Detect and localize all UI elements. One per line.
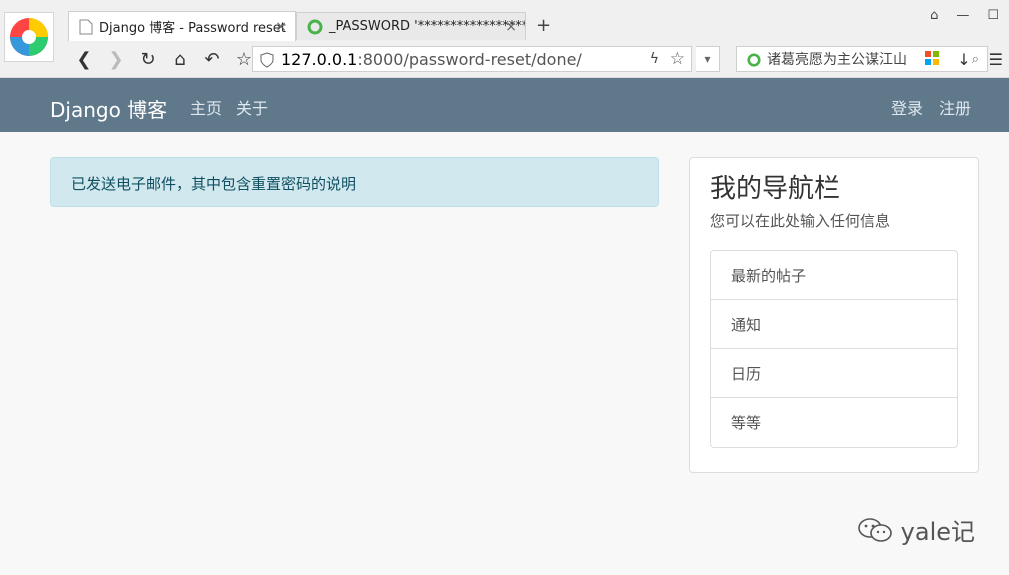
reload-icon[interactable]: ↻: [136, 47, 160, 71]
shield-icon: [260, 52, 274, 72]
watermark-text: yale记: [900, 518, 975, 546]
site-navbar: Django 博客 主页 关于 登录 注册: [0, 78, 1009, 132]
page-icon: [79, 19, 93, 35]
nav-link-home[interactable]: 主页: [190, 95, 222, 119]
home-icon[interactable]: ⌂: [168, 47, 192, 71]
restore-icon[interactable]: ⌂: [930, 8, 938, 23]
apps-icon[interactable]: [925, 50, 940, 69]
maximize-icon[interactable]: ☐: [987, 8, 999, 23]
menu-icon[interactable]: ☰: [989, 50, 1003, 69]
sidebar-item-latest-posts[interactable]: 最新的帖子: [711, 251, 957, 300]
undo-icon[interactable]: ↶: [200, 47, 224, 71]
url-host: 127.0.0.1: [281, 49, 358, 69]
address-bar[interactable]: 127.0.0.1 :8000/password-reset/done/ ϟ ☆: [252, 46, 692, 72]
sidebar-list: 最新的帖子 通知 日历 等等: [710, 250, 958, 448]
browser-chrome: Django 博客 - Password reset × _PASSWORD '…: [0, 0, 1009, 78]
tab-title: _PASSWORD '********************: [329, 19, 526, 34]
browser-toolbar: ❮ ❯ ↻ ⌂ ↶ ☆ 127.0.0.1 :8000/password-res…: [60, 42, 1009, 76]
sidebar-title: 我的导航栏: [710, 174, 841, 204]
watermark: yale记: [857, 512, 975, 547]
new-tab-button[interactable]: +: [536, 12, 551, 40]
info-alert: 已发送电子邮件，其中包含重置密码的说明: [50, 157, 659, 207]
download-icon[interactable]: ↓: [957, 50, 970, 69]
minimize-icon[interactable]: —: [956, 8, 969, 23]
lightning-icon[interactable]: ϟ: [650, 51, 659, 67]
nav-link-login[interactable]: 登录: [891, 95, 923, 119]
nav-link-about[interactable]: 关于: [236, 95, 268, 119]
sidebar-subtitle: 您可以在此处输入任何信息: [710, 212, 891, 230]
sidebar: 我的导航栏 您可以在此处输入任何信息 最新的帖子 通知 日历 等等: [689, 157, 979, 473]
toolbar-extras: ↓ ☰: [925, 50, 1003, 69]
search-text: 诸葛亮愿为主公谋江山: [767, 52, 907, 68]
nav-links: 主页 关于: [190, 95, 268, 119]
site-icon: [307, 19, 323, 35]
site-brand[interactable]: Django 博客: [50, 94, 167, 123]
search-engine-icon: [747, 53, 761, 71]
forward-icon[interactable]: ❯: [104, 47, 128, 71]
tab-bar: Django 博客 - Password reset × _PASSWORD '…: [68, 11, 551, 41]
sidebar-item-notifications[interactable]: 通知: [711, 300, 957, 349]
window-controls: ⌂ — ☐: [930, 8, 999, 23]
browser-logo-icon[interactable]: [4, 12, 54, 62]
sidebar-item-etc[interactable]: 等等: [711, 398, 957, 447]
tab-close-icon[interactable]: ×: [505, 19, 517, 35]
tab-password-reset[interactable]: Django 博客 - Password reset ×: [68, 11, 296, 41]
chevron-down-icon[interactable]: ▾: [696, 46, 720, 72]
tab-close-icon[interactable]: ×: [275, 19, 287, 35]
auth-links: 登录 注册: [891, 95, 971, 119]
tab-title: Django 博客 - Password reset: [99, 21, 286, 36]
alert-message: 已发送电子邮件，其中包含重置密码的说明: [71, 175, 357, 193]
back-icon[interactable]: ❮: [72, 47, 96, 71]
url-path: :8000/password-reset/done/: [357, 49, 582, 69]
nav-link-register[interactable]: 注册: [939, 95, 971, 119]
bookmark-star-icon[interactable]: ☆: [670, 49, 685, 69]
wechat-icon: [857, 517, 892, 542]
tab-password[interactable]: _PASSWORD '******************** ×: [296, 12, 526, 40]
sidebar-item-calendar[interactable]: 日历: [711, 349, 957, 398]
